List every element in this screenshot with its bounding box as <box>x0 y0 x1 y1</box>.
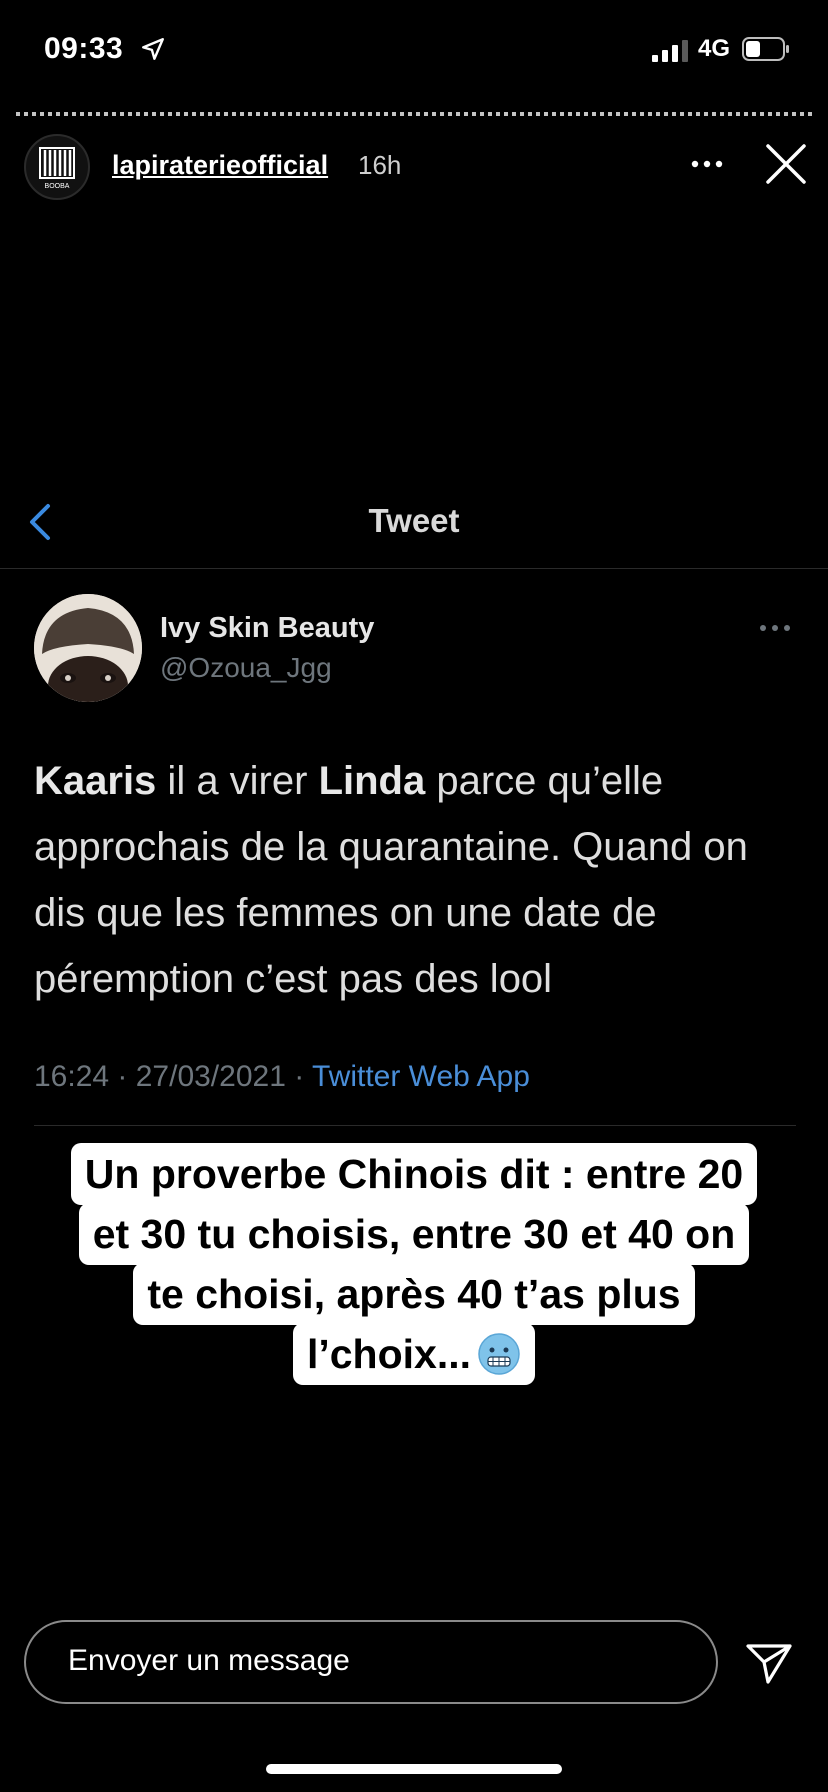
caption-line: l’choix... <box>292 1323 536 1385</box>
ultra-logo-icon: BOOBA <box>39 147 75 190</box>
tweet-text-part: il a virer <box>156 759 319 803</box>
caption-line: et 30 tu choisis, entre 30 et 40 on <box>78 1203 750 1265</box>
story-avatar[interactable]: BOOBA <box>24 134 90 200</box>
avatar-logo-text: BOOBA <box>45 183 70 190</box>
message-input[interactable] <box>68 1644 668 1678</box>
caption-line-text: te choisi, après 40 t’as plus <box>147 1271 681 1317</box>
more-dots-icon[interactable] <box>690 156 724 172</box>
story-progress-bar <box>16 112 812 116</box>
send-icon[interactable] <box>742 1636 796 1690</box>
tweet-author-handle: @Ozoua_Jgg <box>160 652 332 683</box>
caption-line-text: l’choix... <box>306 1331 472 1377</box>
tweet-text-bold-kaaris: Kaaris <box>34 759 157 803</box>
tweet-author-name: Ivy Skin Beauty <box>160 612 375 644</box>
tweet-text: Kaaris il a virer Linda parce qu’elle ap… <box>34 748 794 1012</box>
tweet-meta: 16:24 · 27/03/2021 · Twitter Web App <box>34 1060 530 1094</box>
status-bar: 09:33 4G <box>0 0 828 100</box>
close-icon[interactable] <box>764 142 808 186</box>
story-caption: Un proverbe Chinois dit : entre 20 et 30… <box>24 1143 804 1385</box>
more-dots-icon <box>760 625 790 631</box>
location-arrow-icon <box>142 38 164 60</box>
tweet-source: Twitter Web App <box>312 1060 530 1093</box>
cold-face-emoji-icon <box>478 1333 520 1375</box>
network-type: 4G <box>698 35 731 62</box>
home-indicator[interactable] <box>266 1764 562 1774</box>
battery-icon <box>742 37 789 61</box>
tweet-author-avatar <box>34 594 142 702</box>
caption-line: te choisi, après 40 t’as plus <box>133 1263 695 1325</box>
message-field[interactable] <box>24 1620 718 1704</box>
tweet-header-title: Tweet <box>368 502 460 539</box>
caption-line: Un proverbe Chinois dit : entre 20 <box>70 1143 758 1205</box>
story-username[interactable]: lapiraterieofficial <box>112 150 328 181</box>
story-time-ago: 16h <box>358 150 402 180</box>
status-time: 09:33 <box>44 32 124 65</box>
tweet-text-bold-linda: Linda <box>318 759 426 803</box>
divider <box>34 1125 796 1126</box>
cellular-signal-icon <box>652 40 688 62</box>
tweet-timestamp: 16:24 · 27/03/2021 · <box>34 1060 312 1093</box>
